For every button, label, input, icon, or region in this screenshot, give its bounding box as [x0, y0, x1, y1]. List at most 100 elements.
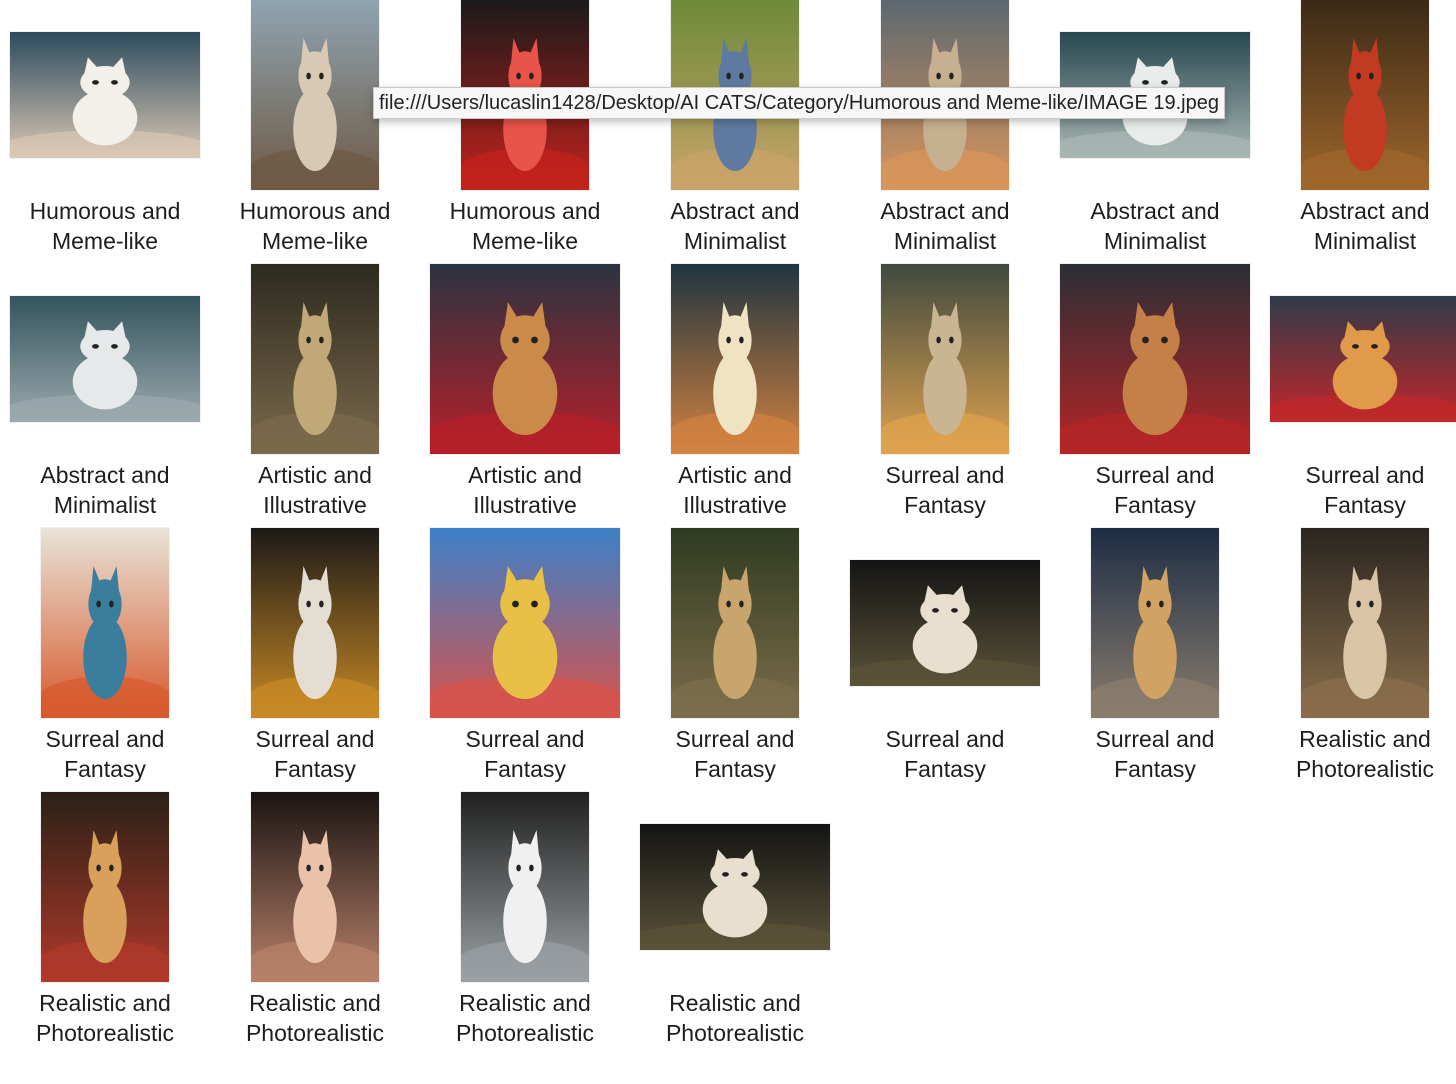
image-tile[interactable]: Humorous and Meme-like	[420, 0, 630, 264]
image-tile[interactable]: Abstract and Minimalist	[0, 264, 210, 528]
image-tile[interactable]: Surreal and Fantasy	[1050, 528, 1260, 792]
caption-line-2: Meme-like	[261, 228, 369, 254]
thumbnail-image[interactable]	[10, 296, 200, 422]
thumbnail-image[interactable]	[1091, 528, 1219, 718]
thumbnail-image[interactable]	[461, 792, 589, 982]
image-caption[interactable]: Realistic and Photorealistic	[1260, 724, 1456, 784]
thumbnail-image[interactable]	[1301, 528, 1429, 718]
image-tile[interactable]: Surreal and Fantasy	[840, 264, 1050, 528]
caption-line-2: Minimalist	[53, 492, 157, 518]
image-caption[interactable]: Realistic and Photorealistic	[420, 988, 630, 1048]
thumbnail-image[interactable]	[671, 528, 799, 718]
image-tile[interactable]: Surreal and Fantasy	[630, 528, 840, 792]
image-grid: Humorous and Meme-like Humorous and Meme-li…	[0, 0, 1456, 1084]
image-tile[interactable]: Realistic and Photorealistic	[630, 792, 840, 1056]
image-tile[interactable]: Abstract and Minimalist	[840, 0, 1050, 264]
thumbnail-image[interactable]	[1301, 0, 1429, 190]
thumbnail-frame	[210, 528, 420, 718]
caption-line-2: Photorealistic	[1295, 756, 1435, 782]
image-caption[interactable]: Abstract and Minimalist	[630, 196, 840, 256]
thumbnail-frame	[840, 264, 1050, 454]
image-tile[interactable]: Humorous and Meme-like	[0, 0, 210, 264]
image-caption[interactable]: Realistic and Photorealistic	[210, 988, 420, 1048]
image-tile[interactable]: Abstract and Minimalist	[1260, 0, 1456, 264]
image-tile[interactable]: Artistic and Illustrative	[630, 264, 840, 528]
caption-line-1: Surreal and	[885, 462, 1005, 488]
caption-line-1: Humorous and	[239, 198, 391, 224]
caption-line-1: Artistic and	[258, 462, 372, 488]
thumbnail-image[interactable]	[671, 264, 799, 454]
image-caption[interactable]: Realistic and Photorealistic	[0, 988, 210, 1048]
thumbnail-image[interactable]	[1060, 264, 1250, 454]
caption-line-1: Humorous and	[29, 198, 181, 224]
image-caption[interactable]: Surreal and Fantasy	[1260, 460, 1456, 520]
thumbnail-image[interactable]	[640, 824, 830, 950]
caption-line-1: Realistic and	[1299, 726, 1431, 752]
thumbnail-image[interactable]	[251, 792, 379, 982]
image-caption[interactable]: Realistic and Photorealistic	[630, 988, 840, 1048]
caption-line-1: Surreal and	[255, 726, 375, 752]
image-tile[interactable]: Abstract and Minimalist	[1050, 0, 1260, 264]
thumbnail-image[interactable]	[251, 528, 379, 718]
image-caption[interactable]: Abstract and Minimalist	[1260, 196, 1456, 256]
image-caption[interactable]: Surreal and Fantasy	[0, 724, 210, 784]
thumbnail-image[interactable]	[1270, 296, 1456, 422]
image-tile[interactable]: Surreal and Fantasy	[210, 528, 420, 792]
image-caption[interactable]: Surreal and Fantasy	[1050, 460, 1260, 520]
image-tile[interactable]: Realistic and Photorealistic	[420, 792, 630, 1056]
thumbnail-image[interactable]	[881, 264, 1009, 454]
thumbnail-image[interactable]	[10, 32, 200, 158]
image-caption[interactable]: Surreal and Fantasy	[210, 724, 420, 784]
image-caption[interactable]: Humorous and Meme-like	[420, 196, 630, 256]
image-caption[interactable]: Abstract and Minimalist	[1050, 196, 1260, 256]
image-caption[interactable]: Humorous and Meme-like	[210, 196, 420, 256]
caption-line-2: Photorealistic	[35, 1020, 175, 1046]
caption-line-1: Surreal and	[675, 726, 795, 752]
caption-line-2: Meme-like	[471, 228, 579, 254]
image-caption[interactable]: Abstract and Minimalist	[840, 196, 1050, 256]
caption-line-2: Fantasy	[1324, 492, 1406, 518]
thumbnail-image[interactable]	[430, 264, 620, 454]
thumbnail-image[interactable]	[251, 0, 379, 190]
image-caption[interactable]: Surreal and Fantasy	[420, 724, 630, 784]
thumbnail-image[interactable]	[41, 528, 169, 718]
image-caption[interactable]: Artistic and Illustrative	[630, 460, 840, 520]
caption-line-1: Abstract and	[1300, 198, 1430, 224]
image-caption[interactable]: Humorous and Meme-like	[0, 196, 210, 256]
image-tile[interactable]: Realistic and Photorealistic	[0, 792, 210, 1056]
image-tile[interactable]: Artistic and Illustrative	[210, 264, 420, 528]
image-caption[interactable]: Surreal and Fantasy	[840, 460, 1050, 520]
image-tile[interactable]: Surreal and Fantasy	[1050, 264, 1260, 528]
image-tile[interactable]: Realistic and Photorealistic	[210, 792, 420, 1056]
thumbnail-image[interactable]	[850, 560, 1040, 686]
caption-line-1: Realistic and	[39, 990, 171, 1016]
image-tile[interactable]: Abstract and Minimalist	[630, 0, 840, 264]
caption-line-2: Illustrative	[683, 492, 787, 518]
image-tile[interactable]: Surreal and Fantasy	[840, 528, 1050, 792]
image-tile[interactable]: Surreal and Fantasy	[0, 528, 210, 792]
image-tile[interactable]: Realistic and Photorealistic	[1260, 528, 1456, 792]
caption-line-2: Fantasy	[274, 756, 356, 782]
caption-line-1: Abstract and	[880, 198, 1010, 224]
image-tile[interactable]: Artistic and Illustrative	[420, 264, 630, 528]
caption-line-2: Meme-like	[51, 228, 159, 254]
thumbnail-frame	[1260, 0, 1456, 190]
caption-line-1: Realistic and	[669, 990, 801, 1016]
image-caption[interactable]: Surreal and Fantasy	[840, 724, 1050, 784]
image-caption[interactable]: Abstract and Minimalist	[0, 460, 210, 520]
image-caption[interactable]: Surreal and Fantasy	[1050, 724, 1260, 784]
thumbnail-image[interactable]	[41, 792, 169, 982]
image-tile[interactable]: Surreal and Fantasy	[420, 528, 630, 792]
caption-line-2: Fantasy	[1114, 756, 1196, 782]
caption-line-2: Minimalist	[683, 228, 787, 254]
thumbnail-frame	[0, 792, 210, 982]
caption-line-2: Minimalist	[1103, 228, 1207, 254]
image-caption[interactable]: Surreal and Fantasy	[630, 724, 840, 784]
thumbnail-image[interactable]	[251, 264, 379, 454]
image-caption[interactable]: Artistic and Illustrative	[210, 460, 420, 520]
image-tile[interactable]: Surreal and Fantasy	[1260, 264, 1456, 528]
image-tile[interactable]: Humorous and Meme-like	[210, 0, 420, 264]
thumbnail-frame	[0, 264, 210, 454]
image-caption[interactable]: Artistic and Illustrative	[420, 460, 630, 520]
thumbnail-image[interactable]	[430, 528, 620, 718]
